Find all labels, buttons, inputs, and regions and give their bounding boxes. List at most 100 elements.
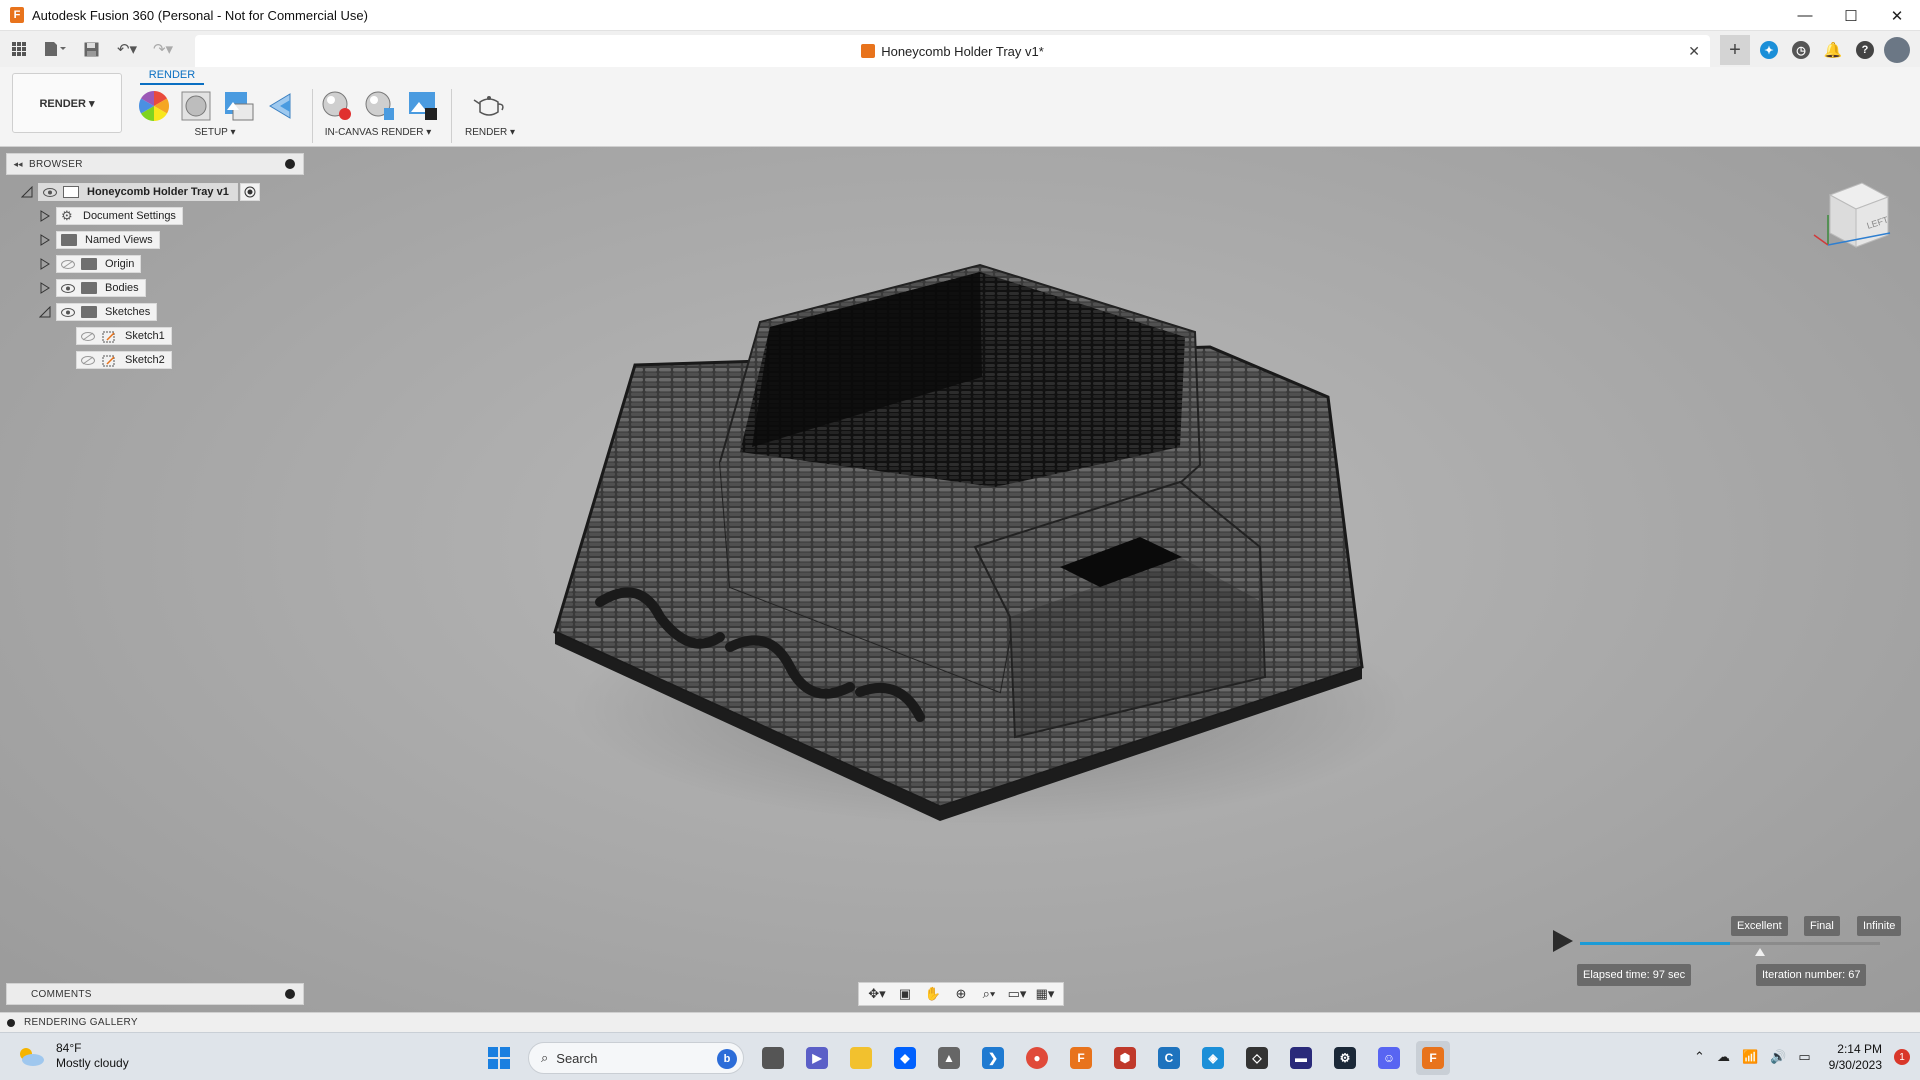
rendering-gallery-bar[interactable]: RENDERING GALLERY — [0, 1012, 1920, 1032]
hidden-eye-icon[interactable] — [81, 355, 97, 365]
notification-badge[interactable]: 1 — [1894, 1049, 1910, 1065]
clock[interactable]: 2:14 PM 9/30/2023 — [1829, 1041, 1882, 1073]
expand-triangle-icon[interactable] — [38, 233, 52, 247]
onedrive-cloud-icon[interactable]: ☁ — [1717, 1049, 1730, 1065]
slicer-app-icon[interactable]: ⬢ — [1108, 1041, 1142, 1075]
vscode-icon[interactable]: ❯ — [976, 1041, 1010, 1075]
visibility-eye-icon[interactable] — [61, 307, 77, 317]
appearance-color-wheel-icon[interactable] — [137, 89, 171, 123]
task-view-icon[interactable] — [756, 1041, 790, 1075]
maker-app-icon[interactable]: ◈ — [1196, 1041, 1230, 1075]
tree-node[interactable]: Sketch1 — [76, 327, 172, 345]
comments-panel-header[interactable]: COMMENTS — [6, 983, 304, 1005]
pan-hand-icon[interactable]: ✋ — [922, 985, 944, 1003]
honeycomb-tray-model[interactable] — [0, 147, 1920, 1031]
design-canvas[interactable] — [0, 147, 1920, 1031]
hidden-eye-icon[interactable] — [61, 259, 77, 269]
orbit-icon[interactable]: ✥▾ — [866, 985, 888, 1003]
tab-render[interactable]: RENDER — [140, 67, 204, 81]
scene-settings-icon[interactable] — [222, 89, 256, 123]
tree-node[interactable]: ⚙ Document Settings — [56, 207, 183, 225]
tree-row-sketch2[interactable]: Sketch2 — [76, 350, 172, 370]
undo-icon[interactable]: ↶▾ — [116, 38, 138, 60]
expand-triangle-icon[interactable] — [38, 281, 52, 295]
redo-icon[interactable]: ↷▾ — [152, 38, 174, 60]
data-panel-grid-icon[interactable] — [8, 38, 30, 60]
browser-panel-header[interactable]: ◂◂ BROWSER — [6, 153, 304, 175]
tree-root-node[interactable]: Honeycomb Holder Tray v1 — [38, 183, 238, 201]
zoom-icon[interactable]: ⊕ — [950, 985, 972, 1003]
chrome-icon[interactable]: ● — [1020, 1041, 1054, 1075]
unity-icon[interactable]: ◇ — [1240, 1041, 1274, 1075]
tree-node[interactable]: Origin — [56, 255, 142, 273]
job-status-clock-icon[interactable]: ◷ — [1788, 37, 1814, 63]
in-canvas-render-settings-icon[interactable] — [363, 89, 397, 123]
user-avatar[interactable] — [1884, 37, 1910, 63]
visibility-eye-icon[interactable] — [43, 187, 59, 197]
document-tab[interactable]: Honeycomb Holder Tray v1* ✕ — [195, 35, 1710, 67]
tree-row-sketch1[interactable]: Sketch1 — [76, 326, 172, 346]
tree-node[interactable]: Named Views — [56, 231, 160, 249]
save-icon[interactable] — [80, 38, 102, 60]
expand-triangle-icon[interactable] — [38, 257, 52, 271]
quality-infinite-button[interactable]: Infinite — [1857, 916, 1902, 936]
render-group-label[interactable]: RENDER ▾ — [455, 127, 525, 138]
close-tab-icon[interactable]: ✕ — [1688, 43, 1700, 60]
tree-row-bodies[interactable]: Bodies — [38, 278, 146, 298]
tree-row-sketches[interactable]: Sketches — [38, 302, 158, 322]
discord-icon[interactable]: ☺ — [1372, 1041, 1406, 1075]
capture-image-icon[interactable] — [406, 89, 440, 123]
fusion-app-icon[interactable]: F — [1064, 1041, 1098, 1075]
fit-zoom-icon[interactable]: ⌕▾ — [978, 985, 1000, 1003]
minimize-button[interactable]: — — [1782, 0, 1828, 31]
display-settings-icon[interactable]: ▭▾ — [1006, 985, 1028, 1003]
tree-row-origin[interactable]: Origin — [38, 254, 142, 274]
viewcube[interactable]: LEFT — [1810, 175, 1900, 265]
quality-final-button[interactable]: Final — [1804, 916, 1840, 936]
workspace-switcher-button[interactable]: RENDER ▾ — [12, 73, 122, 133]
look-at-icon[interactable]: ▣ — [894, 985, 916, 1003]
cura-app-icon[interactable]: C — [1152, 1041, 1186, 1075]
file-menu-icon[interactable] — [44, 38, 66, 60]
hidden-eye-icon[interactable] — [81, 331, 97, 341]
tree-node[interactable]: Bodies — [56, 279, 146, 297]
new-tab-plus-icon[interactable]: + — [1720, 35, 1750, 65]
setup-group-label[interactable]: SETUP ▾ — [170, 127, 260, 138]
collapse-triangle-icon[interactable] — [20, 185, 34, 199]
grid-settings-icon[interactable]: ▦▾ — [1034, 985, 1056, 1003]
decal-texture-map-icon[interactable] — [265, 89, 299, 123]
tree-node[interactable]: Sketches — [56, 303, 158, 321]
in-canvas-render-group-label[interactable]: IN-CANVAS RENDER ▾ — [318, 127, 438, 138]
collapse-panel-icon[interactable]: ◂◂ — [7, 159, 29, 170]
file-explorer-icon[interactable] — [844, 1041, 878, 1075]
dropbox-icon[interactable]: ◆ — [888, 1041, 922, 1075]
game-app-icon[interactable]: ▬ — [1284, 1041, 1318, 1075]
panel-pin-icon[interactable] — [285, 159, 295, 169]
image-editor-icon[interactable]: ▲ — [932, 1041, 966, 1075]
taskbar-search-input[interactable]: ⌕ Search b — [528, 1042, 744, 1074]
tree-root-row[interactable]: Honeycomb Holder Tray v1 — [20, 182, 260, 202]
play-render-icon[interactable] — [1553, 930, 1573, 952]
teams-chat-icon[interactable]: ▶ — [800, 1041, 834, 1075]
render-teapot-icon[interactable] — [472, 89, 506, 123]
in-canvas-render-icon[interactable] — [320, 89, 354, 123]
start-windows-icon[interactable] — [482, 1041, 516, 1075]
battery-icon[interactable]: ▭ — [1798, 1049, 1810, 1065]
tree-node[interactable]: Sketch2 — [76, 351, 172, 369]
quality-excellent-button[interactable]: Excellent — [1731, 916, 1788, 936]
bing-icon[interactable]: b — [717, 1049, 737, 1069]
close-window-button[interactable]: ✕ — [1874, 0, 1920, 31]
volume-icon[interactable]: 🔊 — [1770, 1049, 1786, 1065]
steam-icon[interactable]: ⚙ — [1328, 1041, 1362, 1075]
gallery-toggle-icon[interactable] — [7, 1019, 15, 1027]
help-icon[interactable]: ? — [1852, 37, 1878, 63]
visibility-eye-icon[interactable] — [61, 283, 77, 293]
tree-row-named-views[interactable]: Named Views — [38, 230, 160, 250]
tree-row-document-settings[interactable]: ⚙ Document Settings — [38, 206, 183, 226]
expand-triangle-icon[interactable] — [38, 209, 52, 223]
maximize-button[interactable]: ☐ — [1828, 0, 1874, 31]
weather-widget[interactable]: 84°F Mostly cloudy — [16, 1041, 129, 1071]
notifications-bell-icon[interactable]: 🔔 — [1820, 37, 1846, 63]
fusion-active-app-icon[interactable]: F — [1416, 1041, 1450, 1075]
wifi-icon[interactable]: 📶 — [1742, 1049, 1758, 1065]
